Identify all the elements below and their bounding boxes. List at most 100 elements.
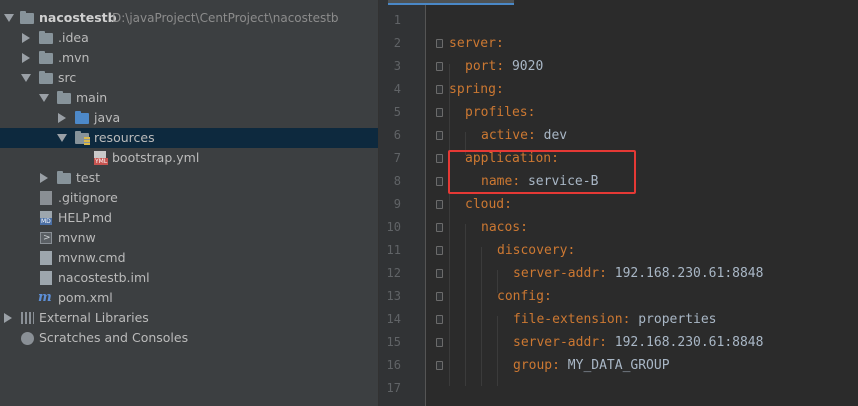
line-number: 6 — [393, 128, 401, 142]
indent-guide — [449, 64, 450, 386]
line-number: 7 — [393, 151, 401, 165]
indent-guide — [465, 224, 466, 386]
code-line[interactable]: server-addr: 192.168.230.61:8848 — [513, 262, 763, 285]
yaml-key: profiles — [465, 105, 528, 120]
yaml-value: MY_DATA_GROUP — [559, 358, 670, 373]
yaml-colon: : — [527, 105, 536, 120]
yaml-colon: : — [496, 59, 505, 74]
yaml-colon: : — [495, 36, 504, 51]
yaml-colon: : — [504, 197, 512, 212]
yaml-value: 192.168.230.61:8848 — [606, 335, 764, 350]
line-number: 10 — [386, 220, 401, 234]
yaml-key: port — [465, 59, 497, 74]
fold-marker-icon[interactable] — [436, 131, 443, 140]
code-line[interactable]: server: — [449, 32, 504, 55]
fold-marker-icon[interactable] — [436, 269, 443, 278]
tree-item-mvnw[interactable]: mvnw — [0, 228, 378, 248]
collapse-arrow-icon[interactable] — [58, 113, 66, 123]
source-folder-icon — [75, 111, 89, 124]
yaml-colon: : — [599, 266, 607, 281]
code-line[interactable]: port: 9020 — [465, 55, 543, 78]
fold-marker-icon[interactable] — [436, 246, 443, 255]
expand-arrow-icon[interactable] — [4, 14, 14, 22]
fold-marker-icon[interactable] — [436, 62, 443, 71]
line-number: 3 — [393, 59, 401, 73]
tree-item-main[interactable]: main — [0, 88, 378, 108]
fold-marker-icon[interactable] — [436, 154, 443, 163]
code-line[interactable]: cloud: — [465, 193, 512, 216]
tree-item-label: java — [94, 110, 121, 125]
tree-item-iml[interactable]: nacostestb.iml — [0, 268, 378, 288]
yaml-value: dev — [535, 128, 568, 143]
tree-item-root[interactable]: nacostestb D:\javaProject\CentProject\na… — [0, 8, 378, 28]
code-line[interactable]: discovery: — [497, 239, 575, 262]
tree-item-label: main — [76, 90, 108, 105]
line-number: 13 — [386, 289, 401, 303]
fold-marker-icon[interactable] — [436, 108, 443, 117]
tree-item-bootstrap-yml[interactable]: bootstrap.yml — [0, 148, 378, 168]
folder-icon — [39, 31, 53, 44]
yaml-key: group — [513, 358, 553, 373]
collapse-arrow-icon[interactable] — [22, 33, 30, 43]
code-line[interactable]: profiles: — [465, 101, 535, 124]
tree-item-label: test — [76, 170, 101, 185]
yaml-value: properties — [630, 312, 717, 327]
folder-icon — [57, 91, 71, 104]
tree-item-scratches[interactable]: Scratches and Consoles — [0, 328, 378, 348]
yaml-key: cloud — [465, 197, 505, 212]
line-number: 9 — [393, 197, 401, 211]
yaml-key: server-addr — [513, 335, 600, 350]
fold-marker-icon[interactable] — [436, 338, 443, 347]
tree-item-mvnw-cmd[interactable]: mvnw.cmd — [0, 248, 378, 268]
line-number: 16 — [386, 358, 401, 372]
tree-item-java[interactable]: java — [0, 108, 378, 128]
yaml-colon: : — [567, 243, 576, 258]
tree-item-idea[interactable]: .idea — [0, 28, 378, 48]
project-tool-window: nacostestb D:\javaProject\CentProject\na… — [0, 0, 378, 406]
fold-marker-icon[interactable] — [436, 223, 443, 232]
editor-tab[interactable] — [388, 0, 514, 5]
tree-item-help-md[interactable]: HELP.md — [0, 208, 378, 228]
expand-arrow-icon[interactable] — [57, 134, 67, 142]
yaml-colon: : — [520, 220, 528, 235]
tree-item-label: .gitignore — [58, 190, 118, 205]
code-line[interactable]: nacos: — [481, 216, 528, 239]
collapse-arrow-icon[interactable] — [40, 173, 48, 183]
code-line[interactable]: active: dev — [481, 124, 567, 147]
tree-item-label: bootstrap.yml — [112, 150, 200, 165]
tree-item-mvn[interactable]: .mvn — [0, 48, 378, 68]
yaml-colon: : — [599, 335, 607, 350]
collapse-arrow-icon[interactable] — [4, 313, 12, 323]
yaml-colon: : — [552, 358, 560, 373]
tree-item-label: HELP.md — [58, 210, 112, 225]
expand-arrow-icon[interactable] — [21, 74, 31, 82]
tree-item-pom[interactable]: m pom.xml — [0, 288, 378, 308]
tree-item-gitignore[interactable]: .gitignore — [0, 188, 378, 208]
tree-item-resources[interactable]: resources — [0, 128, 378, 148]
fold-marker-icon[interactable] — [436, 200, 443, 209]
yaml-key: active — [481, 128, 528, 143]
fold-marker-icon[interactable] — [436, 39, 443, 48]
code-line[interactable]: config: — [497, 285, 552, 308]
fold-marker-icon[interactable] — [436, 315, 443, 324]
yaml-key: config — [497, 289, 544, 304]
code-line[interactable]: spring: — [449, 78, 504, 101]
module-file-icon — [40, 271, 52, 285]
code-line[interactable]: server-addr: 192.168.230.61:8848 — [513, 331, 763, 354]
collapse-arrow-icon[interactable] — [22, 53, 30, 63]
libraries-icon — [21, 312, 34, 324]
fold-marker-icon[interactable] — [436, 361, 443, 370]
yaml-value: 192.168.230.61:8848 — [606, 266, 764, 281]
line-number: 1 — [393, 13, 401, 27]
expand-arrow-icon[interactable] — [39, 94, 49, 102]
indent-guide — [481, 247, 482, 386]
tree-item-src[interactable]: src — [0, 68, 378, 88]
code-line[interactable]: file-extension: properties — [513, 308, 717, 331]
fold-marker-icon[interactable] — [436, 85, 443, 94]
tree-item-test[interactable]: test — [0, 168, 378, 188]
fold-marker-icon[interactable] — [436, 177, 443, 186]
fold-marker-icon[interactable] — [436, 292, 443, 301]
tree-item-external-libraries[interactable]: External Libraries — [0, 308, 378, 328]
code-line[interactable]: group: MY_DATA_GROUP — [513, 354, 670, 377]
yaml-key: server — [449, 36, 496, 51]
